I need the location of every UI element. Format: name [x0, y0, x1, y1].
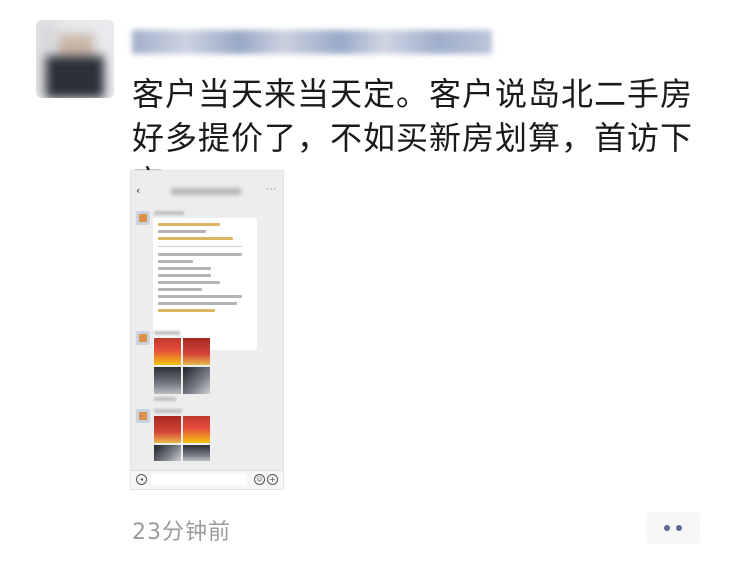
message-sender-blurred	[154, 331, 180, 335]
more-icon: ···	[266, 185, 277, 194]
embedded-screenshot[interactable]: ‹ ··· ◂ ☺ +	[130, 170, 284, 490]
message-avatar	[136, 211, 150, 225]
screenshot-text-field	[151, 474, 246, 485]
more-dots-icon	[676, 525, 682, 531]
back-chevron-icon: ‹	[136, 184, 141, 197]
author-name-blurred[interactable]	[132, 30, 492, 54]
message-sender-blurred	[154, 409, 182, 413]
post-timestamp: 23分钟前	[132, 520, 231, 545]
message-sender-blurred	[154, 211, 184, 215]
more-dots-icon	[664, 525, 670, 531]
message-image	[154, 445, 181, 461]
message-image	[183, 338, 210, 365]
emoji-icon: ☺	[254, 474, 265, 485]
message-image	[183, 445, 210, 461]
message-image	[154, 367, 181, 394]
screenshot-status-bar	[131, 171, 283, 183]
message-image	[154, 338, 181, 365]
message-image	[183, 367, 210, 394]
avatar[interactable]	[36, 20, 114, 98]
message-image	[154, 416, 181, 443]
more-actions-button[interactable]	[646, 512, 700, 544]
plus-icon: +	[267, 474, 278, 485]
screenshot-nav-bar: ‹ ···	[131, 183, 283, 201]
message-avatar	[136, 331, 150, 345]
message-image	[183, 416, 210, 443]
voice-icon: ◂	[136, 474, 147, 485]
screenshot-title-blurred	[171, 188, 241, 195]
message-avatar	[136, 409, 150, 423]
screenshot-input-bar: ◂ ☺ +	[131, 470, 283, 489]
message-caption-blurred	[154, 397, 176, 401]
